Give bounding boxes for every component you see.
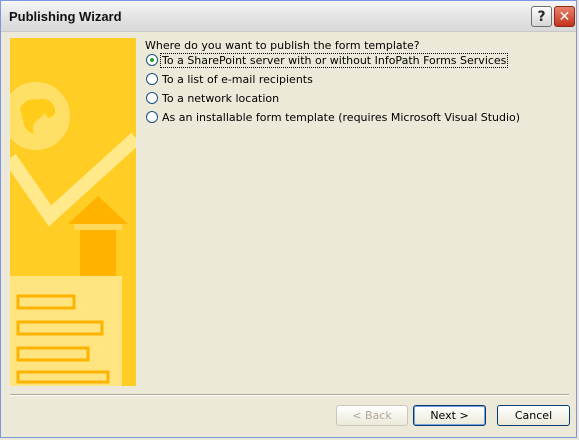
radio-installable-template[interactable] [146,111,158,123]
wizard-banner-image [10,38,136,386]
option-sharepoint-server[interactable]: To a SharePoint server with or without I… [146,52,509,68]
option-email-recipients[interactable]: To a list of e-mail recipients [146,72,314,86]
option-network-location-label[interactable]: To a network location [161,92,280,105]
option-installable-template-label[interactable]: As an installable form template (require… [161,111,521,124]
back-button[interactable]: < Back [336,405,408,426]
help-button[interactable]: ? [531,6,552,27]
close-icon: ✕ [558,8,571,25]
option-email-recipients-label[interactable]: To a list of e-mail recipients [161,73,314,86]
radio-sharepoint-server[interactable] [146,54,158,66]
publish-question: Where do you want to publish the form te… [145,39,420,52]
title-bar[interactable]: Publishing Wizard ? ✕ [1,1,576,32]
window-title: Publishing Wizard [9,9,122,24]
option-sharepoint-server-label[interactable]: To a SharePoint server with or without I… [159,52,509,68]
help-icon: ? [537,8,546,25]
radio-network-location[interactable] [146,92,158,104]
publishing-wizard-window: Publishing Wizard ? ✕ Where do you want … [0,0,577,438]
publish-illustration [10,38,136,386]
next-button[interactable]: Next > [413,405,486,426]
cancel-button[interactable]: Cancel [497,405,570,426]
close-button[interactable]: ✕ [554,6,575,27]
option-network-location[interactable]: To a network location [146,91,280,105]
radio-email-recipients[interactable] [146,73,158,85]
option-installable-template[interactable]: As an installable form template (require… [146,110,521,124]
footer-separator [10,394,569,396]
